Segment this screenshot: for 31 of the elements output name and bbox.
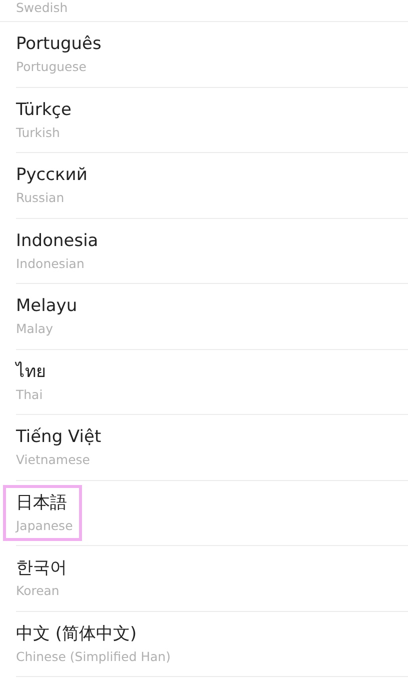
language-name: Русский [16, 164, 88, 188]
language-subtitle: Malay [16, 320, 54, 338]
language-subtitle: Thai [16, 386, 44, 404]
language-name: Indonesia [16, 230, 98, 253]
language-subtitle: Indonesian [16, 254, 86, 273]
language-item[interactable]: Tiếng Việt Vietnamese [0, 415, 408, 480]
language-item[interactable]: ไทย Thai [0, 350, 408, 414]
language-name: Português [16, 33, 102, 56]
language-item[interactable]: 中文 (简体中文) Chinese (Simplified Han) [0, 612, 408, 676]
language-item[interactable]: Indonesia Indonesian [0, 218, 408, 283]
language-name: Melayu [16, 295, 78, 318]
language-item[interactable]: 한국어 Korean [0, 546, 408, 610]
language-subtitle: Japanese [16, 516, 73, 535]
language-item[interactable]: Melayu Malay [0, 284, 408, 348]
language-name: Türkçe [16, 98, 72, 122]
language-subtitle: Portuguese [16, 58, 88, 76]
language-subtitle: Swedish [16, 0, 68, 16]
language-subtitle: Korean [16, 582, 60, 600]
language-item[interactable]: 日本語 Japanese [0, 480, 408, 545]
language-name: ไทย [16, 360, 46, 384]
language-name: 中文 (简体中文) [16, 622, 138, 646]
language-item[interactable]: Türkçe Turkish [0, 88, 408, 152]
language-name: 한국어 [16, 557, 67, 580]
language-subtitle: Vietnamese [16, 451, 91, 470]
language-subtitle: Chinese (Simplified Han) [16, 648, 171, 666]
language-subtitle: Turkish [16, 124, 61, 142]
language-item[interactable]: Português Portuguese [0, 22, 408, 86]
language-name: 日本語 [16, 492, 68, 515]
language-item[interactable]: Русский Russian [0, 153, 408, 218]
language-subtitle: Russian [16, 189, 66, 208]
language-name: Tiếng Việt [16, 426, 102, 450]
